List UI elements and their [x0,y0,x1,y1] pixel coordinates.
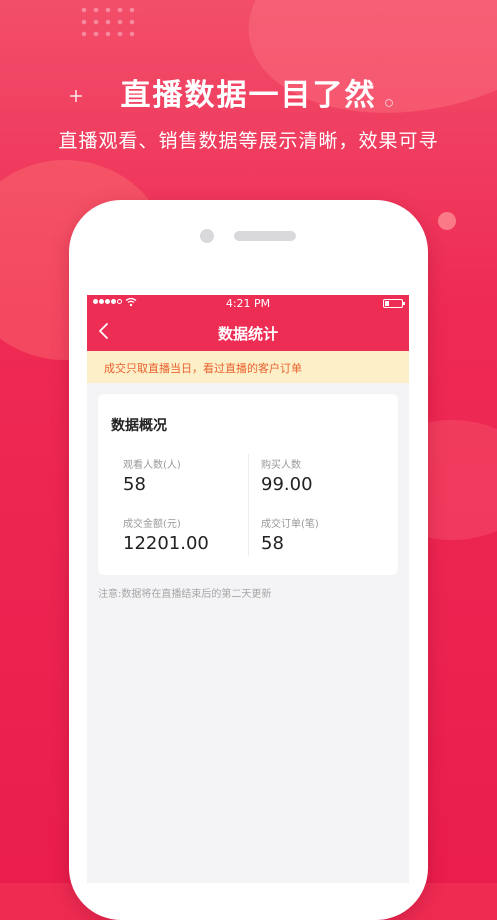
phone-camera [200,229,214,243]
viewers-label: 观看人数(人) [123,460,181,471]
update-note: 注意:数据将在直播结束后的第二天更新 [98,589,272,600]
battery-icon [383,299,405,308]
promo-subheadline: 直播观看、销售数据等展示清晰，效果可寻 [58,130,439,152]
viewers-value: 58 [123,474,146,495]
status-bar: 4:21 PM [87,295,409,313]
orders-value: 58 [261,533,284,554]
overview-title: 数据概况 [111,418,167,434]
notice-banner: 成交只取直播当日，看过直播的客户订单 [87,351,409,383]
app-header: 4:21 PM 数据统计 [87,295,409,351]
status-time: 4:21 PM [225,297,271,310]
promo-headline: 直播数据一目了然 [120,78,377,113]
app-screen: 4:21 PM 数据统计 成交只取直播当日，看过直播的客户订单 数据概况 观看人… [87,295,409,883]
overview-card: 数据概况 观看人数(人) 58 购买人数 99.00 成交金额(元) 12201… [98,394,398,575]
decorative-dot [438,212,456,230]
dot-pattern [78,4,142,44]
notice-text: 成交只取直播当日，看过直播的客户订单 [104,362,302,375]
sales-amount-label: 成交金额(元) [123,519,181,530]
buyers-value: 99.00 [261,474,313,495]
sales-amount-value: 12201.00 [123,533,209,554]
metric-divider [248,454,249,556]
navigation-bar: 数据统计 [87,313,409,351]
orders-label: 成交订单(笔) [261,519,319,530]
buyers-label: 购买人数 [261,460,301,471]
page-title: 数据统计 [217,325,278,343]
decorative-blob [232,0,497,139]
phone-speaker [234,231,296,241]
